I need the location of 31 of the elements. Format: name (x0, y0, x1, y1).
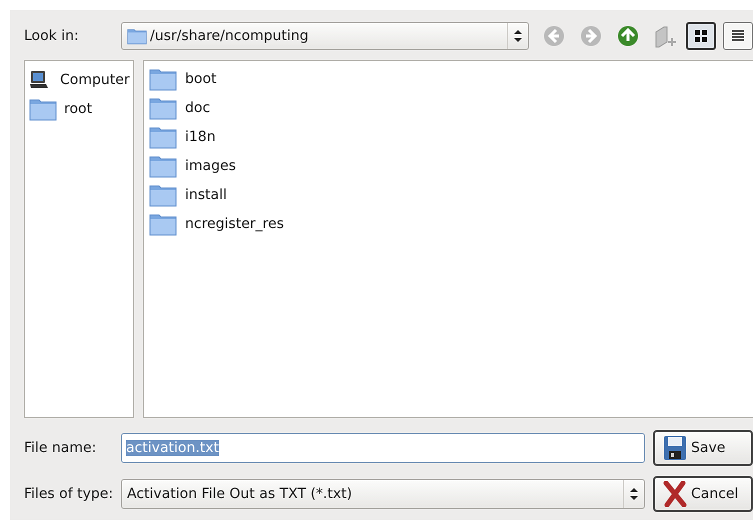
sidebar-item[interactable]: root (64, 100, 92, 116)
look-in-dropdown[interactable]: /usr/share/ncomputing (121, 22, 530, 50)
save-button[interactable]: Save (653, 430, 753, 466)
folder-icon (127, 27, 147, 45)
folder-icon (149, 212, 177, 236)
view-mode-button[interactable] (723, 22, 753, 50)
folder-icon (29, 96, 57, 120)
spinner-icon (629, 487, 639, 501)
sidebar-item[interactable]: Computer (60, 72, 130, 88)
file-type-label: Files of type: (24, 486, 114, 502)
folder-icon (149, 182, 177, 206)
folder-icon (149, 154, 177, 178)
file-item[interactable]: ncregister_res (185, 216, 284, 232)
cancel-button[interactable]: Cancel (653, 476, 753, 512)
computer-icon (29, 70, 49, 90)
file-type-dropdown[interactable]: Activation File Out as TXT (*.txt) (121, 479, 645, 509)
spinner-icon (513, 29, 524, 43)
list-view-icon (731, 29, 746, 43)
file-item[interactable]: doc (185, 100, 210, 116)
folder-icon (149, 124, 177, 148)
view-mode-button[interactable] (686, 22, 716, 50)
file-item[interactable]: i18n (185, 128, 216, 144)
icon-view-icon (694, 29, 708, 43)
cross-icon (663, 481, 687, 507)
file-item[interactable]: boot (185, 70, 217, 86)
file-item[interactable]: images (185, 158, 236, 174)
folder-icon (149, 96, 177, 120)
file-name-label: File name: (24, 440, 98, 456)
file-item[interactable]: install (185, 186, 227, 202)
folder-icon (149, 66, 177, 90)
look-in-label: Look in: (24, 28, 80, 44)
